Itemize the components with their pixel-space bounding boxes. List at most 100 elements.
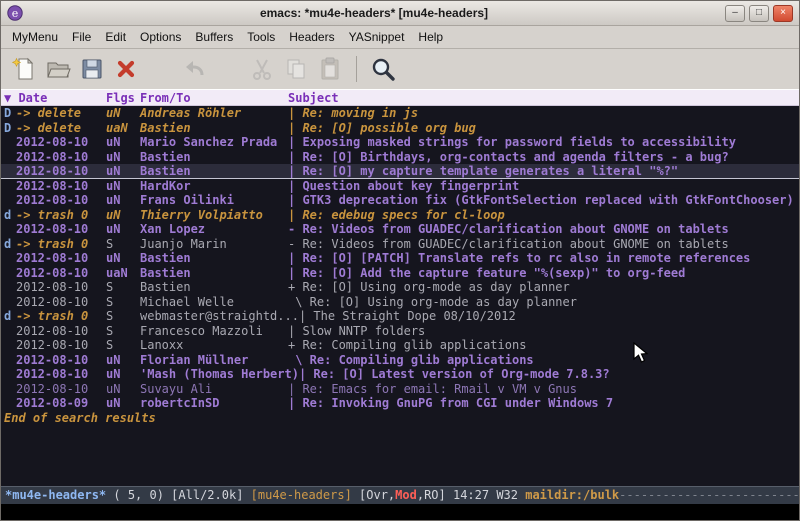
message-row[interactable]: 2012-08-10uNFrans Oilinki| GTK3 deprecat… <box>1 193 799 208</box>
date-cell: 2012-08-10 <box>16 367 106 382</box>
message-row[interactable]: 2012-08-09uNrobertcInSD| Re: Invoking Gn… <box>1 396 799 411</box>
flags-cell: uaN <box>106 121 140 136</box>
date-cell: 2012-08-10 <box>16 251 106 266</box>
mode-line-segment: 14:27 W32 <box>453 488 525 502</box>
date-cell: 2012-08-10 <box>16 266 106 281</box>
mode-line-segment: ----------------------------------------… <box>619 488 799 502</box>
message-row[interactable]: 2012-08-10uN'Mash (Thomas Herbert)| Re: … <box>1 367 799 382</box>
menu-item-tools[interactable]: Tools <box>240 28 282 46</box>
from-cell: robertcInSD <box>140 396 288 411</box>
cut-button[interactable] <box>245 53 279 85</box>
svg-text:e: e <box>12 7 19 20</box>
menu-item-help[interactable]: Help <box>411 28 450 46</box>
undo-button[interactable] <box>177 53 211 85</box>
window-title: emacs: *mu4e-headers* [mu4e-headers] <box>27 6 721 20</box>
subject-cell: | Question about key fingerprint <box>288 179 519 194</box>
message-row[interactable]: D-> deleteuNAndreas Röhler| Re: moving i… <box>1 106 799 121</box>
mark-cell <box>4 382 16 397</box>
open-folder-button[interactable] <box>41 53 75 85</box>
message-row[interactable]: 2012-08-10uNHardKor| Question about key … <box>1 179 799 194</box>
subject-cell: | Re: moving in js <box>288 106 418 121</box>
mark-cell <box>4 222 16 237</box>
mode-line-segment: [Ovr, <box>352 488 395 502</box>
menu-item-options[interactable]: Options <box>133 28 188 46</box>
new-file-button[interactable] <box>7 53 41 85</box>
from-cell: Juanjo Marin <box>140 237 288 252</box>
subject-cell: | The Straight Dope 08/10/2012 <box>299 309 516 324</box>
sort-column-date[interactable]: ▼ Date <box>4 91 106 105</box>
menu-item-file[interactable]: File <box>65 28 98 46</box>
mark-cell <box>4 338 16 353</box>
from-cell: Florian Müllner <box>140 353 288 368</box>
maximize-button[interactable]: □ <box>749 5 769 22</box>
search-button[interactable] <box>366 53 400 85</box>
date-cell: 2012-08-10 <box>16 280 106 295</box>
flags-cell: S <box>106 338 140 353</box>
mark-cell: d <box>4 208 16 223</box>
menu-item-buffers[interactable]: Buffers <box>188 28 240 46</box>
mark-cell <box>4 164 16 178</box>
header-line[interactable]: ▼ Date Flgs From/To Subject <box>1 89 799 106</box>
mark-cell <box>4 193 16 208</box>
message-list: D-> deleteuNAndreas Röhler| Re: moving i… <box>1 106 799 411</box>
column-from[interactable]: From/To <box>140 91 288 105</box>
menu-item-headers[interactable]: Headers <box>282 28 341 46</box>
date-cell: -> delete <box>16 121 106 136</box>
save-button[interactable] <box>75 53 109 85</box>
from-cell: Thierry Volpiatto <box>140 208 288 223</box>
from-cell: Frans Oilinki <box>140 193 288 208</box>
subject-cell: + Re: [O] Using org-mode as day planner <box>288 280 570 295</box>
mark-cell <box>4 266 16 281</box>
copy-icon <box>283 56 309 82</box>
subject-cell: | Re: [O] Add the capture feature "%(sex… <box>288 266 685 281</box>
message-row[interactable]: 2012-08-10uaNBastien| Re: [O] Add the ca… <box>1 266 799 281</box>
date-cell: 2012-08-10 <box>16 135 106 150</box>
menu-bar: MyMenuFileEditOptionsBuffersToolsHeaders… <box>1 26 799 49</box>
menu-item-mymenu[interactable]: MyMenu <box>5 28 65 46</box>
message-row[interactable]: D-> deleteuaNBastien| Re: [O] possible o… <box>1 121 799 136</box>
flags-cell: uN <box>106 150 140 165</box>
paste-button[interactable] <box>313 53 347 85</box>
mode-line-segment: [mu4e-headers] <box>251 488 352 502</box>
message-row[interactable]: d-> trash 0SJuanjo Marin- Re: Videos fro… <box>1 237 799 252</box>
copy-button[interactable] <box>279 53 313 85</box>
message-row[interactable]: 2012-08-10uNMario Sanchez Prada| Exposin… <box>1 135 799 150</box>
message-row[interactable]: 2012-08-10uNFlorian Müllner \ Re: Compil… <box>1 353 799 368</box>
from-cell: Bastien <box>140 251 288 266</box>
message-row[interactable]: 2012-08-10uNBastien| Re: [O] Birthdays, … <box>1 150 799 165</box>
message-row[interactable]: 2012-08-10uNSuvayu Ali| Re: Emacs for em… <box>1 382 799 397</box>
subject-cell: | Re: [O] my capture template generates … <box>288 164 678 178</box>
flags-cell: S <box>106 237 140 252</box>
menu-item-edit[interactable]: Edit <box>98 28 133 46</box>
message-row[interactable]: 2012-08-10SFrancesco Mazzoli| Slow NNTP … <box>1 324 799 339</box>
date-cell: 2012-08-10 <box>16 150 106 165</box>
date-cell: 2012-08-10 <box>16 193 106 208</box>
message-row-current[interactable]: 2012-08-10uNBastien| Re: [O] my capture … <box>1 164 799 179</box>
mark-cell: d <box>4 237 16 252</box>
column-subject[interactable]: Subject <box>288 91 799 105</box>
message-row[interactable]: 2012-08-10uNXan Lopez- Re: Videos from G… <box>1 222 799 237</box>
menu-item-yasnippet[interactable]: YASnippet <box>342 28 412 46</box>
close-button[interactable]: × <box>773 5 793 22</box>
date-cell: 2012-08-10 <box>16 179 106 194</box>
flags-cell: uN <box>106 179 140 194</box>
mark-cell <box>4 135 16 150</box>
message-row[interactable]: d-> trash 0Swebmaster@straightd...| The … <box>1 309 799 324</box>
column-flags[interactable]: Flgs <box>106 91 140 105</box>
mark-cell <box>4 251 16 266</box>
emacs-window: e emacs: *mu4e-headers* [mu4e-headers] –… <box>0 0 800 521</box>
message-row[interactable]: 2012-08-10SMichael Welle \ Re: [O] Using… <box>1 295 799 310</box>
echo-area[interactable] <box>1 504 799 520</box>
close-buffer-icon <box>113 56 139 82</box>
minimize-button[interactable]: – <box>725 5 745 22</box>
flags-cell: uN <box>106 164 140 178</box>
message-row[interactable]: d-> trash 0uNThierry Volpiatto| Re: edeb… <box>1 208 799 223</box>
message-row[interactable]: 2012-08-10uNBastien| Re: [O] [PATCH] Tra… <box>1 251 799 266</box>
close-buffer-button[interactable] <box>109 53 143 85</box>
message-row[interactable]: 2012-08-10SBastien+ Re: [O] Using org-mo… <box>1 280 799 295</box>
title-bar[interactable]: e emacs: *mu4e-headers* [mu4e-headers] –… <box>1 1 799 26</box>
mode-line-segment: ( 5, 0) [All/2.0k] <box>106 488 251 502</box>
from-cell: Suvayu Ali <box>140 382 288 397</box>
message-row[interactable]: 2012-08-10SLanoxx+ Re: Compiling glib ap… <box>1 338 799 353</box>
subject-cell: | Re: [O] Birthdays, org-contacts and ag… <box>288 150 729 165</box>
